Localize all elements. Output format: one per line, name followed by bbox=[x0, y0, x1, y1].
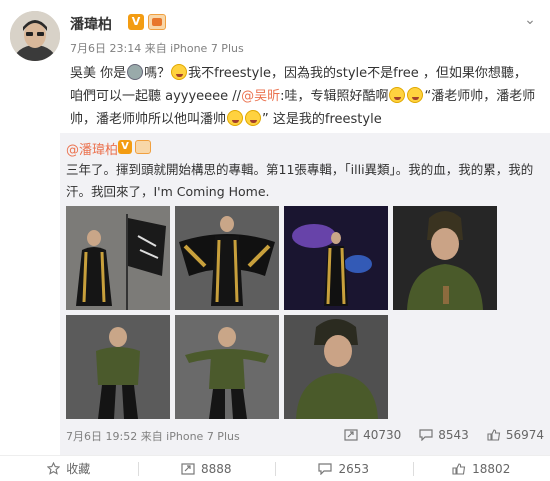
photo-grid bbox=[66, 206, 506, 419]
vip-member-icon[interactable] bbox=[148, 14, 166, 30]
alien-emoji-icon bbox=[127, 64, 144, 80]
verified-icon: V bbox=[128, 14, 144, 30]
laugh-emoji-icon bbox=[407, 87, 424, 103]
vip-member-icon[interactable] bbox=[135, 140, 151, 154]
favorite-label: 收藏 bbox=[66, 462, 91, 476]
user-name[interactable]: 潘瑋柏 bbox=[70, 14, 112, 34]
post-text: 吳美 你是 嗎？ 我不freestyle，因為我的style不是free ，但如果你… bbox=[70, 62, 538, 131]
post-text-part: 嗎？ bbox=[144, 66, 171, 81]
photo-thumbnail[interactable] bbox=[175, 206, 279, 310]
verified-icon: V bbox=[118, 140, 132, 154]
thumbs-up-icon bbox=[452, 462, 466, 475]
laugh-emoji-icon bbox=[389, 87, 406, 103]
laugh-emoji-icon bbox=[245, 110, 262, 126]
like-count: 56974 bbox=[505, 428, 544, 442]
comment-icon bbox=[318, 462, 333, 475]
photo-thumbnail[interactable] bbox=[393, 206, 497, 310]
repost-count: 40730 bbox=[363, 428, 402, 442]
action-bar: 收藏 8888 2653 18802 bbox=[0, 455, 550, 481]
comment-button[interactable]: 2653 bbox=[275, 456, 413, 481]
post-text-part: ” 这是我的freestyle bbox=[262, 112, 382, 127]
avatar[interactable] bbox=[10, 11, 60, 61]
photo-thumbnail[interactable] bbox=[284, 315, 388, 419]
post-meta[interactable]: 7月6日 23:14 来自 iPhone 7 Plus bbox=[70, 40, 244, 56]
star-icon bbox=[47, 462, 61, 475]
comment-count: 8543 bbox=[438, 428, 469, 442]
repost-author[interactable]: @潘瑋柏 bbox=[66, 139, 118, 158]
repost-icon bbox=[344, 429, 358, 441]
favorite-button[interactable]: 收藏 bbox=[0, 456, 138, 481]
like-button[interactable]: 18802 bbox=[412, 456, 550, 481]
repost-icon bbox=[181, 462, 195, 475]
like-count-button[interactable]: 56974 bbox=[487, 428, 544, 442]
tongue-emoji-icon bbox=[171, 64, 188, 80]
repost-count-button[interactable]: 40730 bbox=[344, 428, 401, 442]
comment-count: 2653 bbox=[338, 461, 370, 476]
post-text-part: :哇，专辑照好酷啊 bbox=[280, 89, 389, 104]
thumbs-up-icon bbox=[487, 429, 500, 441]
weibo-card: 潘瑋柏 V 7月6日 23:14 来自 iPhone 7 Plus ⌄ 吳美 你… bbox=[0, 0, 550, 481]
like-count: 18802 bbox=[472, 461, 511, 476]
photo-thumbnail[interactable] bbox=[66, 206, 170, 310]
photo-thumbnail[interactable] bbox=[66, 315, 170, 419]
comment-count-button[interactable]: 8543 bbox=[419, 428, 469, 442]
chevron-down-icon[interactable]: ⌄ bbox=[522, 12, 538, 28]
laugh-emoji-icon bbox=[227, 110, 244, 126]
mention-link[interactable]: @吴昕 bbox=[241, 89, 280, 104]
repost-box[interactable]: @潘瑋柏 V 三年了。揮到頭就開始構思的專輯。第11張專輯，「illi異類」。我… bbox=[60, 133, 550, 455]
repost-button[interactable]: 8888 bbox=[137, 456, 276, 481]
repost-stats: 40730 8543 56974 bbox=[344, 428, 544, 442]
photo-thumbnail[interactable] bbox=[175, 315, 279, 419]
repost-count: 8888 bbox=[200, 461, 232, 476]
comment-icon bbox=[419, 429, 433, 441]
photo-thumbnail[interactable] bbox=[284, 206, 388, 310]
post-text-part: 吳美 你是 bbox=[70, 66, 127, 81]
repost-text: 三年了。揮到頭就開始構思的專輯。第11張專輯，「illi異類」。我的血，我的累，… bbox=[66, 162, 534, 199]
